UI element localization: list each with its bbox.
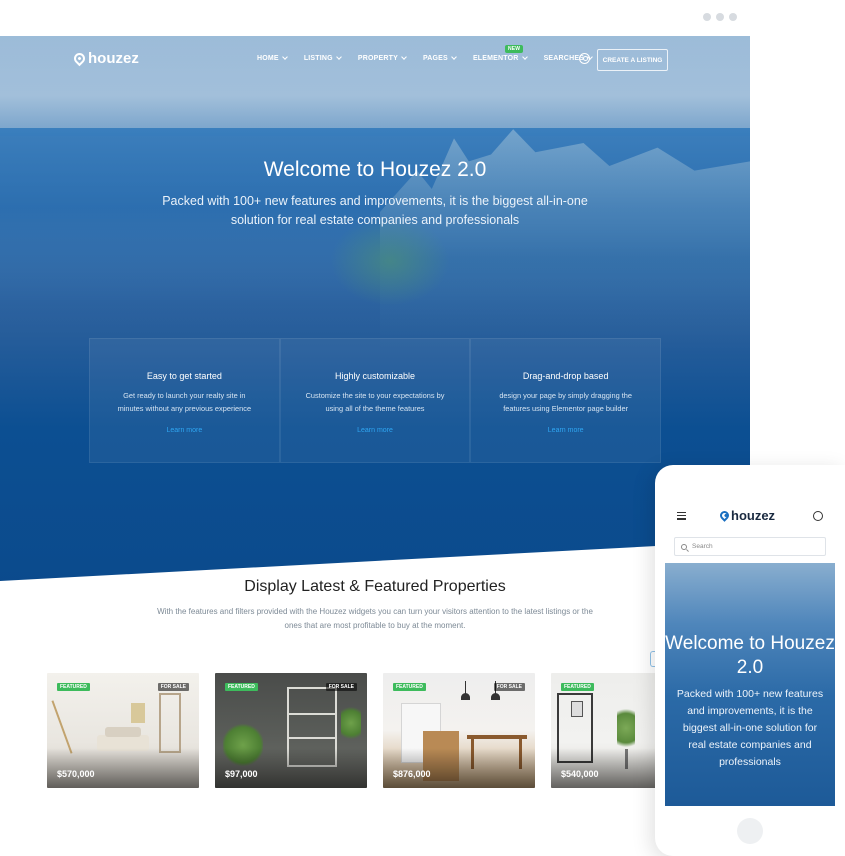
property-price: $97,000 [225,769,258,779]
logo[interactable]: houzez [71,50,139,67]
featured-badge: FEATURED [393,683,426,691]
chevron-down-icon [521,54,528,60]
section-subtitle: With the features and filters provided w… [157,607,593,630]
create-listing-button[interactable]: CREATE A LISTING [597,49,668,71]
main-menu: HOME LISTING PROPERTY PAGES NEW ELEMENTO… [257,45,593,62]
menu-label: PROPERTY [357,55,398,62]
learn-more-link[interactable]: Learn more [471,427,660,434]
menu-item-elementor[interactable]: NEW ELEMENTOR [472,45,528,62]
window-dots [703,13,737,21]
feature-title: Highly customizable [334,371,416,381]
menu-label: ELEMENTOR [472,55,519,62]
status-badge: FOR SALE [325,683,357,691]
hero-title: Welcome to Houzez 2.0 [263,158,487,181]
feature-text: design your page by simply dragging the … [499,391,633,413]
menu-label: SEARCHES [543,55,585,62]
feature-title: Drag-and-drop based [522,371,609,381]
hero-background [0,36,750,581]
featured-badge: FEATURED [57,683,90,691]
property-price: $876,000 [393,769,431,779]
menu-label: HOME [257,55,279,62]
feature-card: Easy to get started Get ready to launch … [89,338,280,463]
property-cards: FEATURED FOR SALE $570,000 FEATURED FOR … [47,673,703,788]
feature-card: Drag-and-drop based design your page by … [470,338,662,463]
featured-badge: FEATURED [225,683,258,691]
menu-item-listing[interactable]: LISTING [303,54,342,62]
home-indicator [737,818,763,844]
menu-item-property[interactable]: PROPERTY [357,54,407,62]
property-card[interactable]: FEATURED FOR SALE $97,000 [215,673,367,788]
top-navigation: houzez HOME LISTING PROPERTY PAGES NEW E… [0,36,750,84]
status-badge: FOR SALE [493,683,525,691]
search-icon [681,543,687,550]
chevron-down-icon [335,54,342,60]
chevron-down-icon [281,54,288,60]
mobile-hero-title: Welcome to Houzez 2.0 [665,633,835,678]
menu-label: PAGES [422,55,448,62]
featured-badge: FEATURED [561,683,594,691]
chevron-down-icon [451,54,457,60]
feature-title: Easy to get started [146,371,222,381]
feature-text: Get ready to launch your realty site in … [117,391,252,413]
new-badge: NEW [504,45,524,53]
property-card[interactable]: FEATURED FOR SALE $876,000 [383,673,535,788]
location-pin-icon [718,509,731,522]
hero-subtitle: Packed with 100+ new features and improv… [162,194,588,227]
location-pin-icon [71,50,88,67]
mobile-preview: houzez Search Welcome to Houzez 2.0 Pack… [655,465,845,856]
mobile-hero-subtitle: Packed with 100+ new features and improv… [676,688,824,768]
logo-text: houzez [88,50,139,67]
property-price: $540,000 [561,769,599,779]
features-row: Easy to get started Get ready to launch … [89,338,662,463]
property-card[interactable]: FEATURED FOR SALE $570,000 [47,673,199,788]
menu-label: LISTING [303,55,333,62]
menu-item-pages[interactable]: PAGES [422,54,457,62]
feature-text: Customize the site to your expectations … [305,391,445,413]
search-placeholder: Search [692,543,713,550]
menu-item-home[interactable]: HOME [257,54,288,62]
hamburger-menu-icon[interactable] [677,512,686,522]
user-account-icon[interactable] [813,511,823,521]
mobile-logo-text: houzez [731,508,776,523]
feature-card: Highly customizable Customize the site t… [279,338,471,463]
learn-more-link[interactable]: Learn more [281,427,470,434]
learn-more-link[interactable]: Learn more [90,427,279,434]
section-title: Display Latest & Featured Properties [244,578,506,595]
property-price: $570,000 [57,769,95,779]
status-badge: FOR SALE [157,683,189,691]
mobile-logo[interactable]: houzez [718,508,776,523]
mobile-search-input[interactable]: Search [674,537,826,556]
chevron-down-icon [401,54,407,60]
user-account-icon[interactable] [579,53,590,64]
